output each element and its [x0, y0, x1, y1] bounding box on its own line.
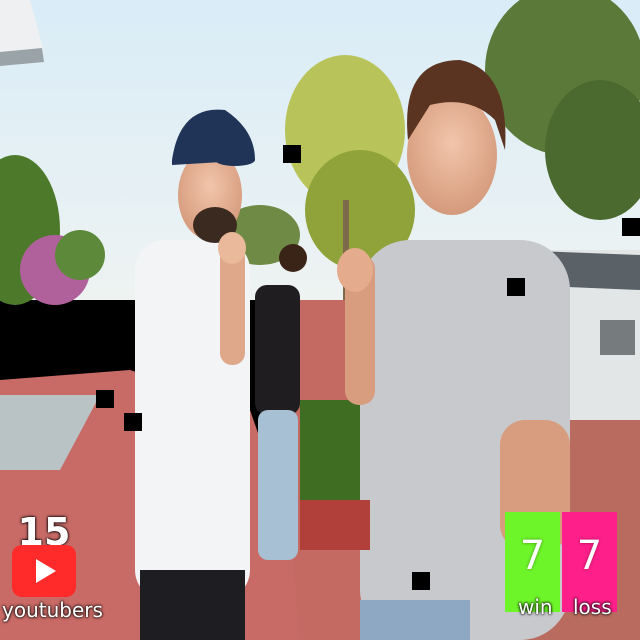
artifact-block: [622, 218, 640, 236]
loss-label: loss: [573, 595, 612, 619]
background-person: [255, 285, 300, 415]
win-label: win: [518, 595, 553, 619]
artifact-block: [124, 413, 142, 431]
artifact-block: [507, 278, 525, 296]
artifact-block: [412, 572, 430, 590]
youtubers-label: youtubers: [2, 598, 103, 622]
artifact-block: [283, 145, 301, 163]
artifact-block: [96, 390, 114, 408]
loss-count: 7: [576, 533, 603, 579]
win-count: 7: [519, 533, 546, 579]
youtube-play-icon: [12, 545, 76, 597]
video-frame: 15 youtubers 7 7 win loss: [0, 0, 640, 640]
artifact-block: [50, 348, 68, 366]
